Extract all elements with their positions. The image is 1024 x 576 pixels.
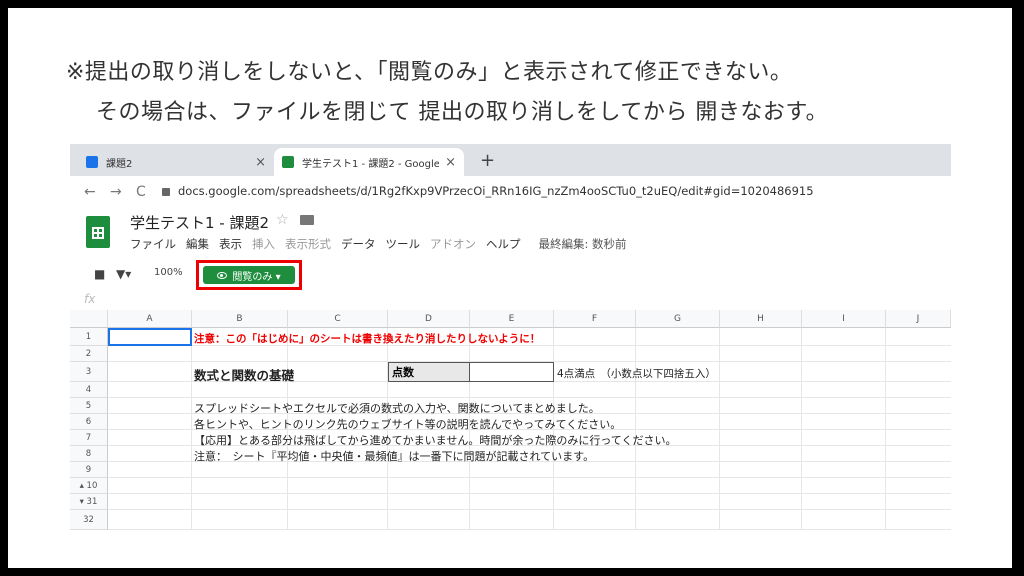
warning-cell-b1[interactable]: 注意：この「はじめに」のシートは書き換えたり消したりしないように！ [194,331,540,346]
tab-classroom[interactable]: 課題2 × [78,148,274,176]
new-tab-button[interactable]: + [480,150,495,171]
col-line [719,328,720,530]
col-line [885,328,886,530]
back-button[interactable]: ← [84,184,96,200]
url-text: docs.google.com/spreadsheets/d/1Rg2fKxp9… [178,184,814,198]
column-header[interactable]: D [388,310,470,328]
menu-tools[interactable]: ツール [386,236,421,252]
column-header[interactable]: J [886,310,951,328]
col-line [801,328,802,530]
menu-insert[interactable]: 挿入 [252,236,275,252]
browser-window: 課題2 × 学生テスト1 - 課題2 - Google スプ × + ← → C… [70,144,951,534]
score-value-cell[interactable] [470,362,554,382]
tab-bar: 課題2 × 学生テスト1 - 課題2 - Google スプ × + [70,144,951,176]
forward-button[interactable]: → [110,184,122,200]
menu-help[interactable]: ヘルプ [486,236,521,252]
menu-file[interactable]: ファイル [130,236,176,252]
column-header[interactable]: B [192,310,288,328]
row-header[interactable]: ▾ 31 [70,494,108,510]
text-cell-b5[interactable]: スプレッドシートやエクセルで必須の数式の入力や、関数についてまとめました。 [194,400,600,416]
eye-icon [217,271,228,279]
close-icon[interactable]: × [445,155,456,170]
score-label-cell[interactable]: 点数 [388,362,470,382]
menu-bar: ファイル 編集 表示 挿入 表示形式 データ ツール アドオン ヘルプ 最終編集… [130,236,627,252]
row-header[interactable]: 1 [70,328,108,346]
view-only-label: 閲覧のみ ▾ [232,271,281,283]
folder-icon[interactable] [300,215,314,225]
toolbar: ■ ▼▾ 100% 閲覧のみ ▾ [70,256,951,291]
row-header[interactable]: 2 [70,346,108,362]
column-header[interactable]: C [288,310,388,328]
row-header[interactable]: 4 [70,382,108,398]
row-header[interactable]: 3 [70,362,108,382]
col-line [191,328,192,530]
menu-edit[interactable]: 編集 [186,236,209,252]
column-header[interactable]: H [720,310,802,328]
text-cell-b6[interactable]: 各ヒントや、ヒントのリンク先のウェブサイト等の説明を読んでやってみてください。 [194,416,621,432]
view-only-button[interactable]: 閲覧のみ ▾ [203,266,295,284]
row-header[interactable]: 8 [70,446,108,462]
star-icon[interactable]: ☆ [276,212,289,228]
row-line [108,493,951,494]
column-header[interactable]: G [636,310,720,328]
menu-format[interactable]: 表示形式 [285,236,331,252]
row-header[interactable]: 9 [70,462,108,478]
menu-view[interactable]: 表示 [219,236,242,252]
print-icon[interactable]: ■ [94,267,105,281]
row-line [108,509,951,510]
column-header[interactable]: A [108,310,192,328]
document-title[interactable]: 学生テスト1 - 課題2 [130,212,269,233]
classroom-icon [86,156,98,168]
row-line [108,397,951,398]
formula-bar[interactable]: fx [70,290,951,311]
fx-icon: fx [84,292,96,306]
column-header[interactable]: E [470,310,554,328]
text-cell-b8[interactable]: 注意： シート『平均値・中央値・最頻値』は一番下に問題が記載されています。 [194,448,594,464]
caption-line-2: その場合は、ファイルを閉じて 提出の取り消しをしてから 開きなおす。 [96,100,829,125]
url-field[interactable]: docs.google.com/spreadsheets/d/1Rg2fKxp9… [162,184,814,198]
column-header[interactable]: F [554,310,636,328]
reload-button[interactable]: C [136,184,146,200]
row-line [108,477,951,478]
app-header: 学生テスト1 - 課題2 ☆ ファイル 編集 表示 挿入 表示形式 データ ツー… [70,208,951,256]
view-only-highlight: 閲覧のみ ▾ [196,260,302,290]
row-header[interactable]: 6 [70,414,108,430]
text-cell-b7[interactable]: 【応用】とある部分は飛ばしてから進めてかまいません。時間が余った際のみに行ってく… [194,432,676,448]
row-line [108,529,951,530]
menu-data[interactable]: データ [341,236,376,252]
filter-icon[interactable]: ▼▾ [116,267,131,281]
title-cell-b3[interactable]: 数式と関数の基礎 [194,365,294,384]
address-bar: ← → C docs.google.com/spreadsheets/d/1Rg… [70,176,951,209]
caption-line-1: ※提出の取り消しをしないと、「閲覧のみ」と表示されて修正できない。 [66,60,793,85]
col-line [635,328,636,530]
row-header[interactable]: 5 [70,398,108,414]
selected-cell-a1[interactable] [108,328,192,346]
lock-icon [162,187,170,196]
sheets-logo-icon[interactable] [86,216,110,248]
tab-sheets[interactable]: 学生テスト1 - 課題2 - Google スプ × [274,148,464,176]
score-note-cell[interactable]: 4点満点 （小数点以下四捨五入） [557,366,716,381]
close-icon[interactable]: × [255,155,266,170]
corner-header[interactable] [70,310,108,328]
tab-label: 課題2 [106,158,133,170]
sheets-icon [282,156,294,168]
row-header[interactable]: 7 [70,430,108,446]
row-header[interactable]: ▴ 10 [70,478,108,494]
column-header[interactable]: I [802,310,886,328]
row-header[interactable]: 32 [70,510,108,530]
zoom-select[interactable]: 100% [154,267,183,278]
menu-addons[interactable]: アドオン [430,236,476,252]
tab-label: 学生テスト1 - 課題2 - Google スプ [302,158,440,170]
last-edit-status[interactable]: 最終編集: 数秒前 [539,236,627,252]
